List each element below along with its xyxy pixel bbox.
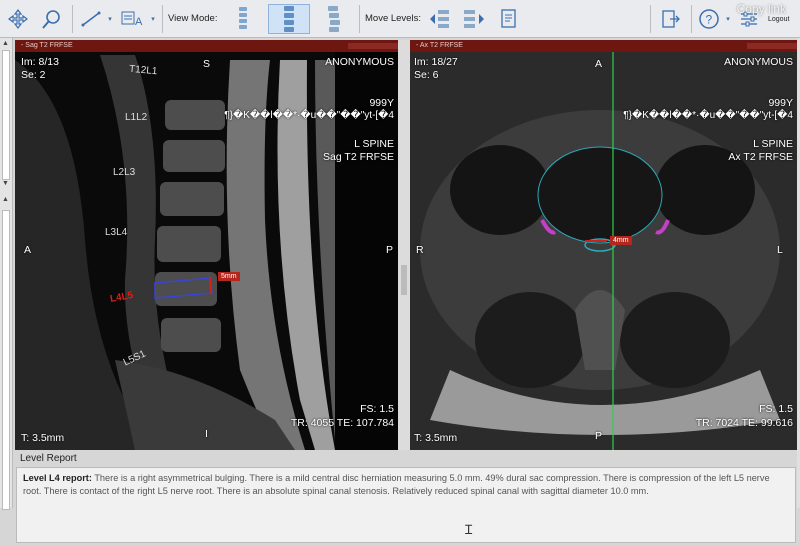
report-body: There is a right asymmetrical bulging. T… xyxy=(23,473,770,496)
logout-button[interactable]: Logout xyxy=(768,16,789,23)
axial-title-bar: - Ax T2 FRFSE xyxy=(410,40,797,52)
axial-patient: ANONYMOUS xyxy=(724,56,793,68)
scroll-down-icon[interactable]: ▼ xyxy=(2,180,9,187)
main-toolbar: ▾ A ▾ View Mode: Move Levels: ? ▾ Logout… xyxy=(0,0,800,38)
axial-title: - Ax T2 FRFSE xyxy=(416,42,463,49)
level-label-t12l1[interactable]: T12L1 xyxy=(129,64,158,77)
view-mode-label: View Mode: xyxy=(168,13,218,24)
sagittal-viewport[interactable]: - Sag T2 FRFSE Im: 8/13 Se: 2 ANONYMOUS … xyxy=(15,40,398,450)
sagittal-orient-right: P xyxy=(386,244,394,256)
svg-text:A: A xyxy=(135,16,143,28)
level-label-l1l2[interactable]: L1L2 xyxy=(125,112,147,123)
axial-region: L SPINE xyxy=(753,138,793,150)
divider-handle[interactable] xyxy=(401,265,407,295)
sagittal-garbled: ¶}�K��l��*·�u��"��"yt-[�4 xyxy=(224,110,394,121)
spine-view-selected-icon[interactable] xyxy=(268,4,310,34)
text-dropdown-icon[interactable]: ▾ xyxy=(149,4,157,34)
sagittal-thickness: T: 3.5mm xyxy=(21,432,65,444)
axial-garbled: ¶}�K��l��*·�u��"��"yt-[�4 xyxy=(623,110,793,121)
axial-orient-right: L xyxy=(777,244,783,256)
move-levels-label: Move Levels: xyxy=(365,13,421,24)
viewport-divider[interactable] xyxy=(398,40,410,450)
export-icon[interactable] xyxy=(655,4,687,34)
sagittal-patient: ANONYMOUS xyxy=(325,56,394,68)
measure-icon[interactable] xyxy=(76,4,106,34)
sagittal-age: 999Y xyxy=(369,97,394,109)
report-heading: Level L4 report: xyxy=(23,473,92,483)
scrollbar-lower[interactable] xyxy=(2,210,10,510)
axial-series: Ax T2 FRFSE xyxy=(728,151,793,163)
sagittal-measurement-label[interactable]: 5mm xyxy=(218,272,240,281)
level-label-l3l4[interactable]: L3L4 xyxy=(105,227,127,238)
level-report-label: Level Report xyxy=(20,453,77,464)
axial-image-number: Im: 18/27 xyxy=(414,56,458,68)
axial-thickness: T: 3.5mm xyxy=(414,432,458,444)
sagittal-tr-te: TR: 4055 TE: 107.784 xyxy=(290,417,394,429)
sagittal-series-number: Se: 2 xyxy=(21,69,46,81)
sagittal-region: L SPINE xyxy=(354,138,394,150)
axial-orient-left: R xyxy=(416,244,424,256)
axial-image xyxy=(410,40,797,450)
svg-text:?: ? xyxy=(706,13,713,27)
sagittal-orient-left: A xyxy=(24,244,32,256)
axial-orient-top: A xyxy=(595,58,603,70)
scroll-up-icon-2[interactable]: ▲ xyxy=(2,196,9,203)
sagittal-series: Sag T2 FRFSE xyxy=(323,151,394,163)
axial-orient-bottom: P xyxy=(595,430,603,442)
scrollbar-upper[interactable] xyxy=(2,50,10,180)
spine-view-alt-icon[interactable] xyxy=(314,4,354,34)
copy-link[interactable]: Copy link xyxy=(737,2,786,16)
sagittal-title: - Sag T2 FRFSE xyxy=(21,42,73,49)
text-annotation-icon[interactable]: A xyxy=(118,4,148,34)
level-label-l2l3[interactable]: L2L3 xyxy=(113,167,135,178)
axial-series-number: Se: 6 xyxy=(414,69,439,81)
spine-view-icon[interactable] xyxy=(224,4,262,34)
axial-viewport[interactable]: - Ax T2 FRFSE Im: 18/27 Se: 6 ANONYMOUS … xyxy=(410,40,797,450)
sagittal-orient-bottom: I xyxy=(205,428,208,440)
move-icon[interactable] xyxy=(3,4,33,34)
left-sidebar: ▲ ▼ ▲ xyxy=(0,38,13,510)
sagittal-orient-top: S xyxy=(203,58,211,70)
move-level-up-icon[interactable] xyxy=(424,4,456,34)
help-icon[interactable]: ? xyxy=(694,4,724,34)
axial-age: 999Y xyxy=(768,97,793,109)
axial-measurement-label[interactable]: 4mm xyxy=(610,236,632,245)
help-dropdown-icon[interactable]: ▾ xyxy=(724,4,732,34)
level-report-text[interactable]: Level L4 report: There is a right asymme… xyxy=(16,467,796,543)
axial-fs: FS: 1.5 xyxy=(759,403,793,415)
measure-dropdown-icon[interactable]: ▾ xyxy=(106,4,114,34)
sagittal-image-number: Im: 8/13 xyxy=(21,56,59,68)
sagittal-title-bar: - Sag T2 FRFSE xyxy=(15,40,398,52)
axial-tr-te: TR: 7024 TE: 99.616 xyxy=(695,417,793,429)
sagittal-fs: FS: 1.5 xyxy=(360,403,394,415)
move-level-down-icon[interactable] xyxy=(458,4,490,34)
text-cursor-icon: Ɪ xyxy=(465,522,473,537)
zoom-icon[interactable] xyxy=(36,4,68,34)
report-icon[interactable] xyxy=(494,4,524,34)
scroll-up-icon[interactable]: ▲ xyxy=(2,40,9,47)
sagittal-image xyxy=(15,40,398,450)
